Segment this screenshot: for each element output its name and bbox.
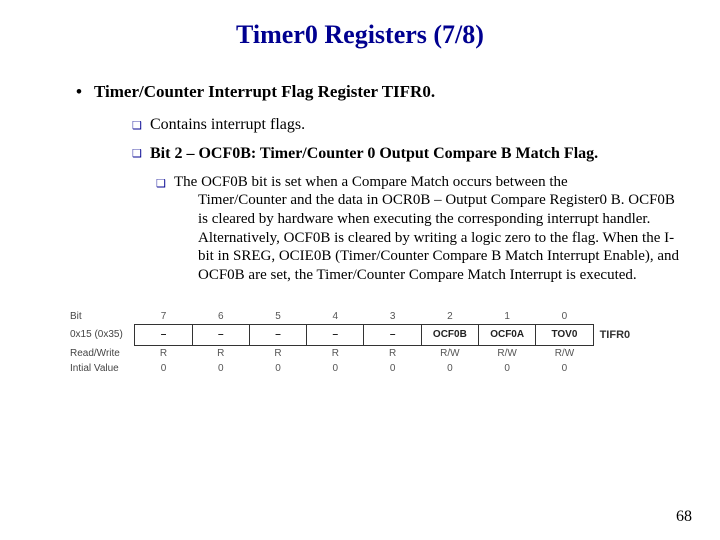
slide-title: Timer0 Registers (7/8)	[40, 20, 680, 50]
row-label-init: Intial Value	[70, 361, 135, 376]
bit-name-row: 0x15 (0x35) – – – – – OCF0B OCF0A TOV0 T…	[70, 324, 650, 345]
init-cell: 0	[364, 361, 421, 376]
bullet-dot: •	[76, 82, 94, 102]
bit-name: –	[364, 324, 421, 345]
bit-name: TOV0	[536, 324, 593, 345]
bit-num: 4	[307, 309, 364, 325]
bit-num: 0	[536, 309, 593, 325]
bullet-level-3: ❑ The OCF0B bit is set when a Compare Ma…	[156, 174, 680, 285]
bit-num: 5	[249, 309, 306, 325]
rw-cell: R	[192, 345, 249, 361]
init-cell: 0	[192, 361, 249, 376]
bullet-square-icon: ❑	[156, 174, 174, 190]
rw-cell: R	[249, 345, 306, 361]
init-row: Intial Value 0 0 0 0 0 0 0 0	[70, 361, 650, 376]
row-label-rw: Read/Write	[70, 345, 135, 361]
rw-cell: R/W	[421, 345, 478, 361]
init-cell: 0	[421, 361, 478, 376]
bullet-level-2: ❑ Contains interrupt flags.	[132, 116, 680, 134]
bullet-level-1: • Timer/Counter Interrupt Flag Register …	[76, 82, 680, 102]
bit-num: 3	[364, 309, 421, 325]
bit-num: 1	[479, 309, 536, 325]
row-label-bit: Bit	[70, 309, 135, 325]
bullet1-text: Timer/Counter Interrupt Flag Register TI…	[94, 82, 435, 102]
init-cell: 0	[536, 361, 593, 376]
bit-name: –	[192, 324, 249, 345]
row-label-addr: 0x15 (0x35)	[70, 324, 135, 345]
init-cell: 0	[135, 361, 192, 376]
init-cell: 0	[307, 361, 364, 376]
bit-num: 6	[192, 309, 249, 325]
register-name: TIFR0	[593, 324, 650, 345]
register-diagram: Bit 7 6 5 4 3 2 1 0 0x15 (0x35) – – – – …	[70, 309, 650, 376]
rw-row: Read/Write R R R R R R/W R/W R/W	[70, 345, 650, 361]
bit-num: 7	[135, 309, 192, 325]
init-cell: 0	[479, 361, 536, 376]
rw-cell: R/W	[479, 345, 536, 361]
bullet3-lead: The OCF0B bit is set when a Compare Matc…	[174, 174, 568, 190]
bit-num: 2	[421, 309, 478, 325]
bit-row: Bit 7 6 5 4 3 2 1 0	[70, 309, 650, 325]
bit-name: –	[249, 324, 306, 345]
bullet2a-text: Contains interrupt flags.	[150, 116, 305, 134]
init-cell: 0	[249, 361, 306, 376]
rw-cell: R	[307, 345, 364, 361]
bit-name: OCF0A	[479, 324, 536, 345]
bullet-square-icon: ❑	[132, 116, 150, 132]
rw-cell: R	[135, 345, 192, 361]
rw-cell: R	[364, 345, 421, 361]
rw-cell: R/W	[536, 345, 593, 361]
bit-name: –	[307, 324, 364, 345]
bit-name: OCF0B	[421, 324, 478, 345]
bullet-level-2: ❑ Bit 2 – OCF0B: Timer/Counter 0 Output …	[132, 144, 680, 164]
bit-name: –	[135, 324, 192, 345]
bullet2b-text: Bit 2 – OCF0B: Timer/Counter 0 Output Co…	[150, 144, 598, 164]
bullet-square-icon: ❑	[132, 144, 150, 160]
bullet3-body: Timer/Counter and the data in OCR0B – Ou…	[198, 191, 680, 285]
page-number: 68	[676, 508, 692, 526]
